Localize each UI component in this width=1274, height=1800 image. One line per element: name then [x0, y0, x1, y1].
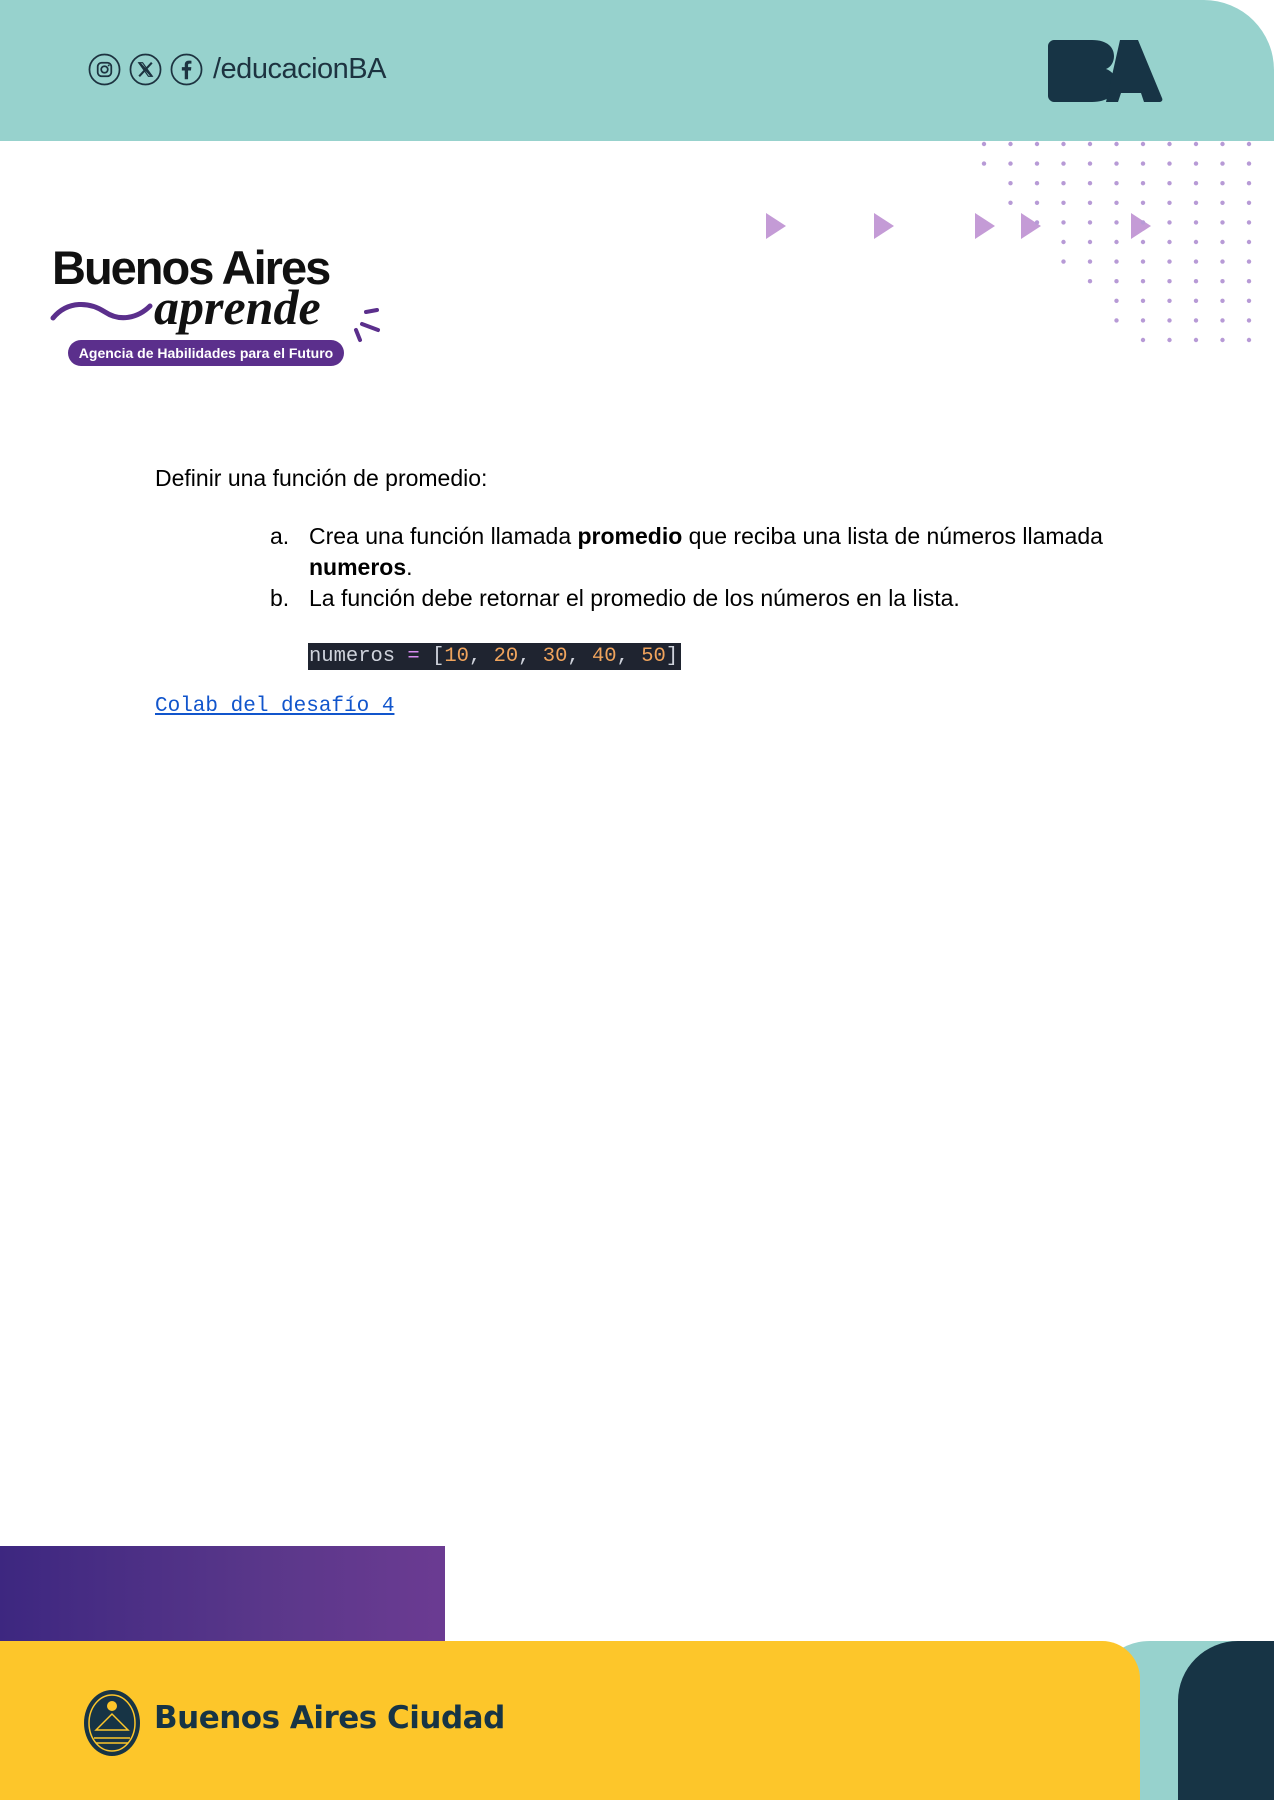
social-handle: /educacionBA	[213, 53, 386, 85]
city-seal-icon	[84, 1690, 140, 1756]
item-text: Crea una función llamada	[309, 523, 578, 549]
colab-link[interactable]: Colab del desafío 4	[155, 695, 1105, 718]
list-item: b. La función debe retornar el promedio …	[155, 583, 1105, 614]
list-marker: a.	[270, 523, 290, 549]
svg-text:aprende: aprende	[154, 279, 321, 335]
code-number: 10	[444, 645, 469, 668]
ba-logo	[1048, 40, 1163, 102]
list-item: a. Crea una función llamada promedio que…	[155, 521, 1105, 583]
footer-navy-block	[1178, 1641, 1274, 1800]
facebook-icon[interactable]	[170, 53, 203, 86]
purple-band	[0, 1546, 445, 1642]
x-icon[interactable]	[129, 53, 162, 86]
code-number: 40	[592, 645, 617, 668]
code-bracket: [	[432, 645, 445, 668]
buenos-aires-ciudad-wordmark: Buenos Aires Ciudad	[154, 1700, 505, 1736]
item-text: que reciba una lista de números llamada	[682, 523, 1103, 549]
code-operator: =	[395, 645, 433, 668]
code-variable: numeros	[309, 645, 396, 668]
social-links: /educacionBA	[88, 53, 386, 86]
code-number: 50	[641, 645, 666, 668]
code-number: 20	[493, 645, 519, 668]
exercise-intro: Definir una función de promedio:	[155, 465, 488, 491]
instagram-icon[interactable]	[88, 53, 121, 86]
svg-text:Agencia de Habilidades para el: Agencia de Habilidades para el Futuro	[79, 345, 333, 361]
header-bar: /educacionBA	[0, 0, 1274, 141]
parameter-name: numeros	[309, 554, 407, 580]
function-name: promedio	[577, 523, 683, 549]
buenos-aires-aprende-logo: Buenos Aires aprende Agencia de Habilida…	[50, 241, 380, 366]
document-body: Definir una función de promedio: a. Crea…	[155, 465, 1105, 718]
decorative-pattern	[766, 141, 1252, 343]
code-bracket: ]	[665, 645, 679, 668]
list-marker: b.	[270, 585, 290, 611]
code-number: 30	[542, 645, 568, 668]
item-text: .	[406, 554, 413, 580]
item-text: La función debe retornar el promedio de …	[309, 585, 960, 611]
code-snippet: numeros = [10, 20, 30, 40, 50]	[308, 643, 682, 670]
task-list: a. Crea una función llamada promedio que…	[155, 521, 1105, 614]
